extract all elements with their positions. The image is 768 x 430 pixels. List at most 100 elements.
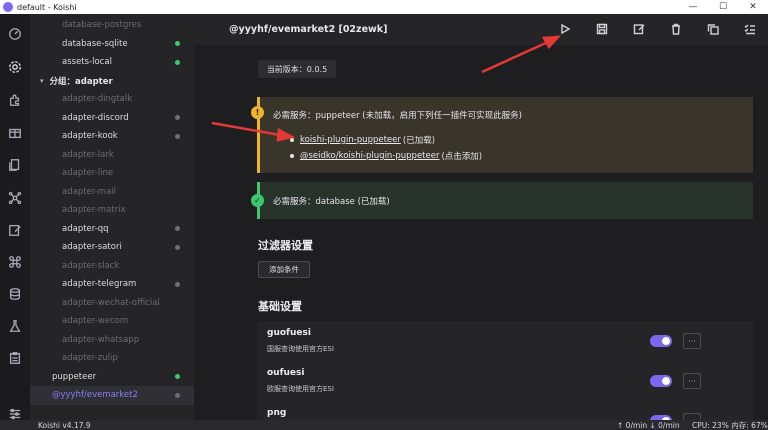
setting-toggle[interactable] [650,335,672,347]
delete-trash-icon[interactable] [669,22,683,36]
setting-row: png ··· [257,401,753,420]
service-ok-notice: ✓ 必需服务：database (已加载) [251,182,753,219]
bullet [290,154,294,158]
files-icon[interactable] [7,157,23,173]
sidebar-item-label: adapter-slack [62,260,120,271]
dashboard-icon[interactable] [7,26,23,42]
plugin-link[interactable]: koishi-plugin-puppeteer [300,135,401,145]
status-dot [175,281,180,287]
sidebar-plugin-item[interactable]: adapter-qq [30,220,194,239]
plugin-config-gear-icon[interactable] [7,59,23,75]
sidebar-item-label: adapter-wecom [62,316,129,327]
sidebar-plugin-item[interactable]: adapter-matrix [30,201,194,220]
setting-row: guofuesi 国服查询使用官方ESI ··· [257,321,753,361]
toggle-knob [662,377,670,385]
bullet [290,138,294,142]
sidebar-item-label: adapter-whatsapp [62,334,140,345]
toggle-knob [662,337,670,345]
command-icon[interactable] [7,254,23,270]
status-dot [175,59,180,65]
sidebar-plugin-item[interactable]: database-sqlite [30,35,194,54]
status-dot [175,226,180,232]
plugin-note: (已加载) [402,136,436,146]
setting-description: 国服查询使用官方ESI [267,345,334,353]
message-rate: ↑ 0/min ↓ 0/min [617,420,680,430]
sidebar-plugin-item[interactable]: adapter-kook [30,127,194,146]
close-button[interactable]: ✕ [738,2,768,12]
sidebar-item-label: database-postgres [62,20,142,31]
run-play-icon[interactable] [558,22,572,36]
maximize-button[interactable]: ☐ [708,2,738,12]
service-warning-notice: ! 必需服务：puppeteer (未加载，启用下列任一插件可实现此服务) ko… [251,97,753,173]
more-options-button[interactable]: ··· [683,333,701,349]
sidebar-item-label: adapter-wechat-official [62,297,160,308]
koishi-logo-icon [3,2,13,12]
sidebar-plugin-item[interactable]: adapter-whatsapp [30,331,194,350]
chevron-down-icon: ▾ [40,76,44,85]
sidebar-plugin-item[interactable]: adapter-satori [30,238,194,257]
plugin-config-panel: 当前版本：0.0.5 ! 必需服务：puppeteer (未加载，启用下列任一插… [194,45,768,420]
status-dot [175,374,180,380]
more-options-button[interactable]: ··· [683,373,701,389]
sidebar-plugin-item[interactable]: adapter-discord [30,109,194,128]
sidebar-item-label: database-sqlite [62,38,128,49]
sidebar-item-label: adapter-discord [62,112,129,123]
sidebar-group-adapter[interactable]: ▾ 分组：adapter [30,72,194,91]
sidebar-item-label: adapter-satori [62,242,122,253]
sidebar-plugin-item[interactable]: adapter-dingtalk [30,90,194,109]
filter-section-title: 过滤器设置 [258,239,313,252]
sidebar-item-label: adapter-qq [62,223,109,234]
sidebar-plugin-item[interactable]: puppeteer [30,368,194,387]
sidebar-item-label: assets-local [62,57,112,68]
manage-list-icon[interactable] [743,22,757,36]
setting-name: guofuesi [267,328,311,338]
sidebar-item-label: adapter-dingtalk [62,94,133,105]
database-icon[interactable] [7,286,23,302]
list-item: koishi-plugin-puppeteer (已加载) [290,132,482,148]
sidebar-item-label: adapter-telegram [62,279,137,290]
sidebar-plugin-item[interactable]: adapter-wecom [30,312,194,331]
setting-name: png [267,408,287,418]
setting-toggle[interactable] [650,375,672,387]
sidebar-item-label: adapter-matrix [62,205,126,216]
warning-icon: ! [251,106,264,119]
edit-icon[interactable] [7,222,23,238]
sidebar-plugin-item[interactable]: database-postgres [30,16,194,35]
sidebar-plugin-item[interactable]: adapter-mail [30,183,194,202]
market-box-icon[interactable] [7,125,23,141]
sidebar-plugin-item[interactable]: adapter-line [30,164,194,183]
status-dot [175,392,180,398]
status-dot [175,41,180,47]
ok-text: 必需服务：database (已加载) [273,197,390,207]
setting-name: oufuesi [267,368,305,378]
puzzle-icon[interactable] [7,92,23,108]
dependency-graph-icon[interactable] [7,190,23,206]
activity-bar [0,14,30,420]
minimize-button[interactable]: — [678,2,708,12]
resource-usage: CPU: 23% 内存: 67% [692,420,768,430]
title-bar: default - Koishi — ☐ ✕ [0,0,768,14]
sidebar-plugin-item[interactable]: adapter-zulip [30,349,194,368]
clone-copy-icon[interactable] [706,22,720,36]
sidebar-item-label: puppeteer [52,371,97,382]
plugin-suggestion-list: koishi-plugin-puppeteer (已加载) @seidko/ko… [290,132,482,164]
sidebar-plugin-item[interactable]: assets-local [30,53,194,72]
flask-icon[interactable] [7,318,23,334]
sidebar-plugin-item[interactable]: adapter-wechat-official [30,294,194,313]
add-condition-button[interactable]: 添加条件 [258,261,310,278]
status-dot [175,133,180,139]
plugin-link[interactable]: @seidko/koishi-plugin-puppeteer [300,151,439,161]
save-icon[interactable] [595,22,609,36]
sidebar-item-label: adapter-kook [62,131,118,142]
setting-row: oufuesi 欧服查询使用官方ESI ··· [257,361,753,401]
sidebar-plugin-item[interactable]: adapter-telegram [30,275,194,294]
warning-text: 必需服务：puppeteer (未加载，启用下列任一插件可实现此服务) [273,111,522,121]
status-bar: Koishi v4.17.9 ↑ 0/min ↓ 0/min CPU: 23% … [0,420,768,430]
plugin-sidebar: database-postgres database-sqlite assets-l… [30,14,194,420]
sidebar-plugin-item[interactable]: @yyyhf/evemarket2 [30,386,194,405]
sidebar-plugin-item[interactable]: adapter-slack [30,257,194,276]
sidebar-plugin-item[interactable]: adapter-lark [30,146,194,165]
rename-edit-icon[interactable] [632,22,646,36]
clipboard-icon[interactable] [7,350,23,366]
list-item: @seidko/koishi-plugin-puppeteer (点击添加) [290,148,482,164]
